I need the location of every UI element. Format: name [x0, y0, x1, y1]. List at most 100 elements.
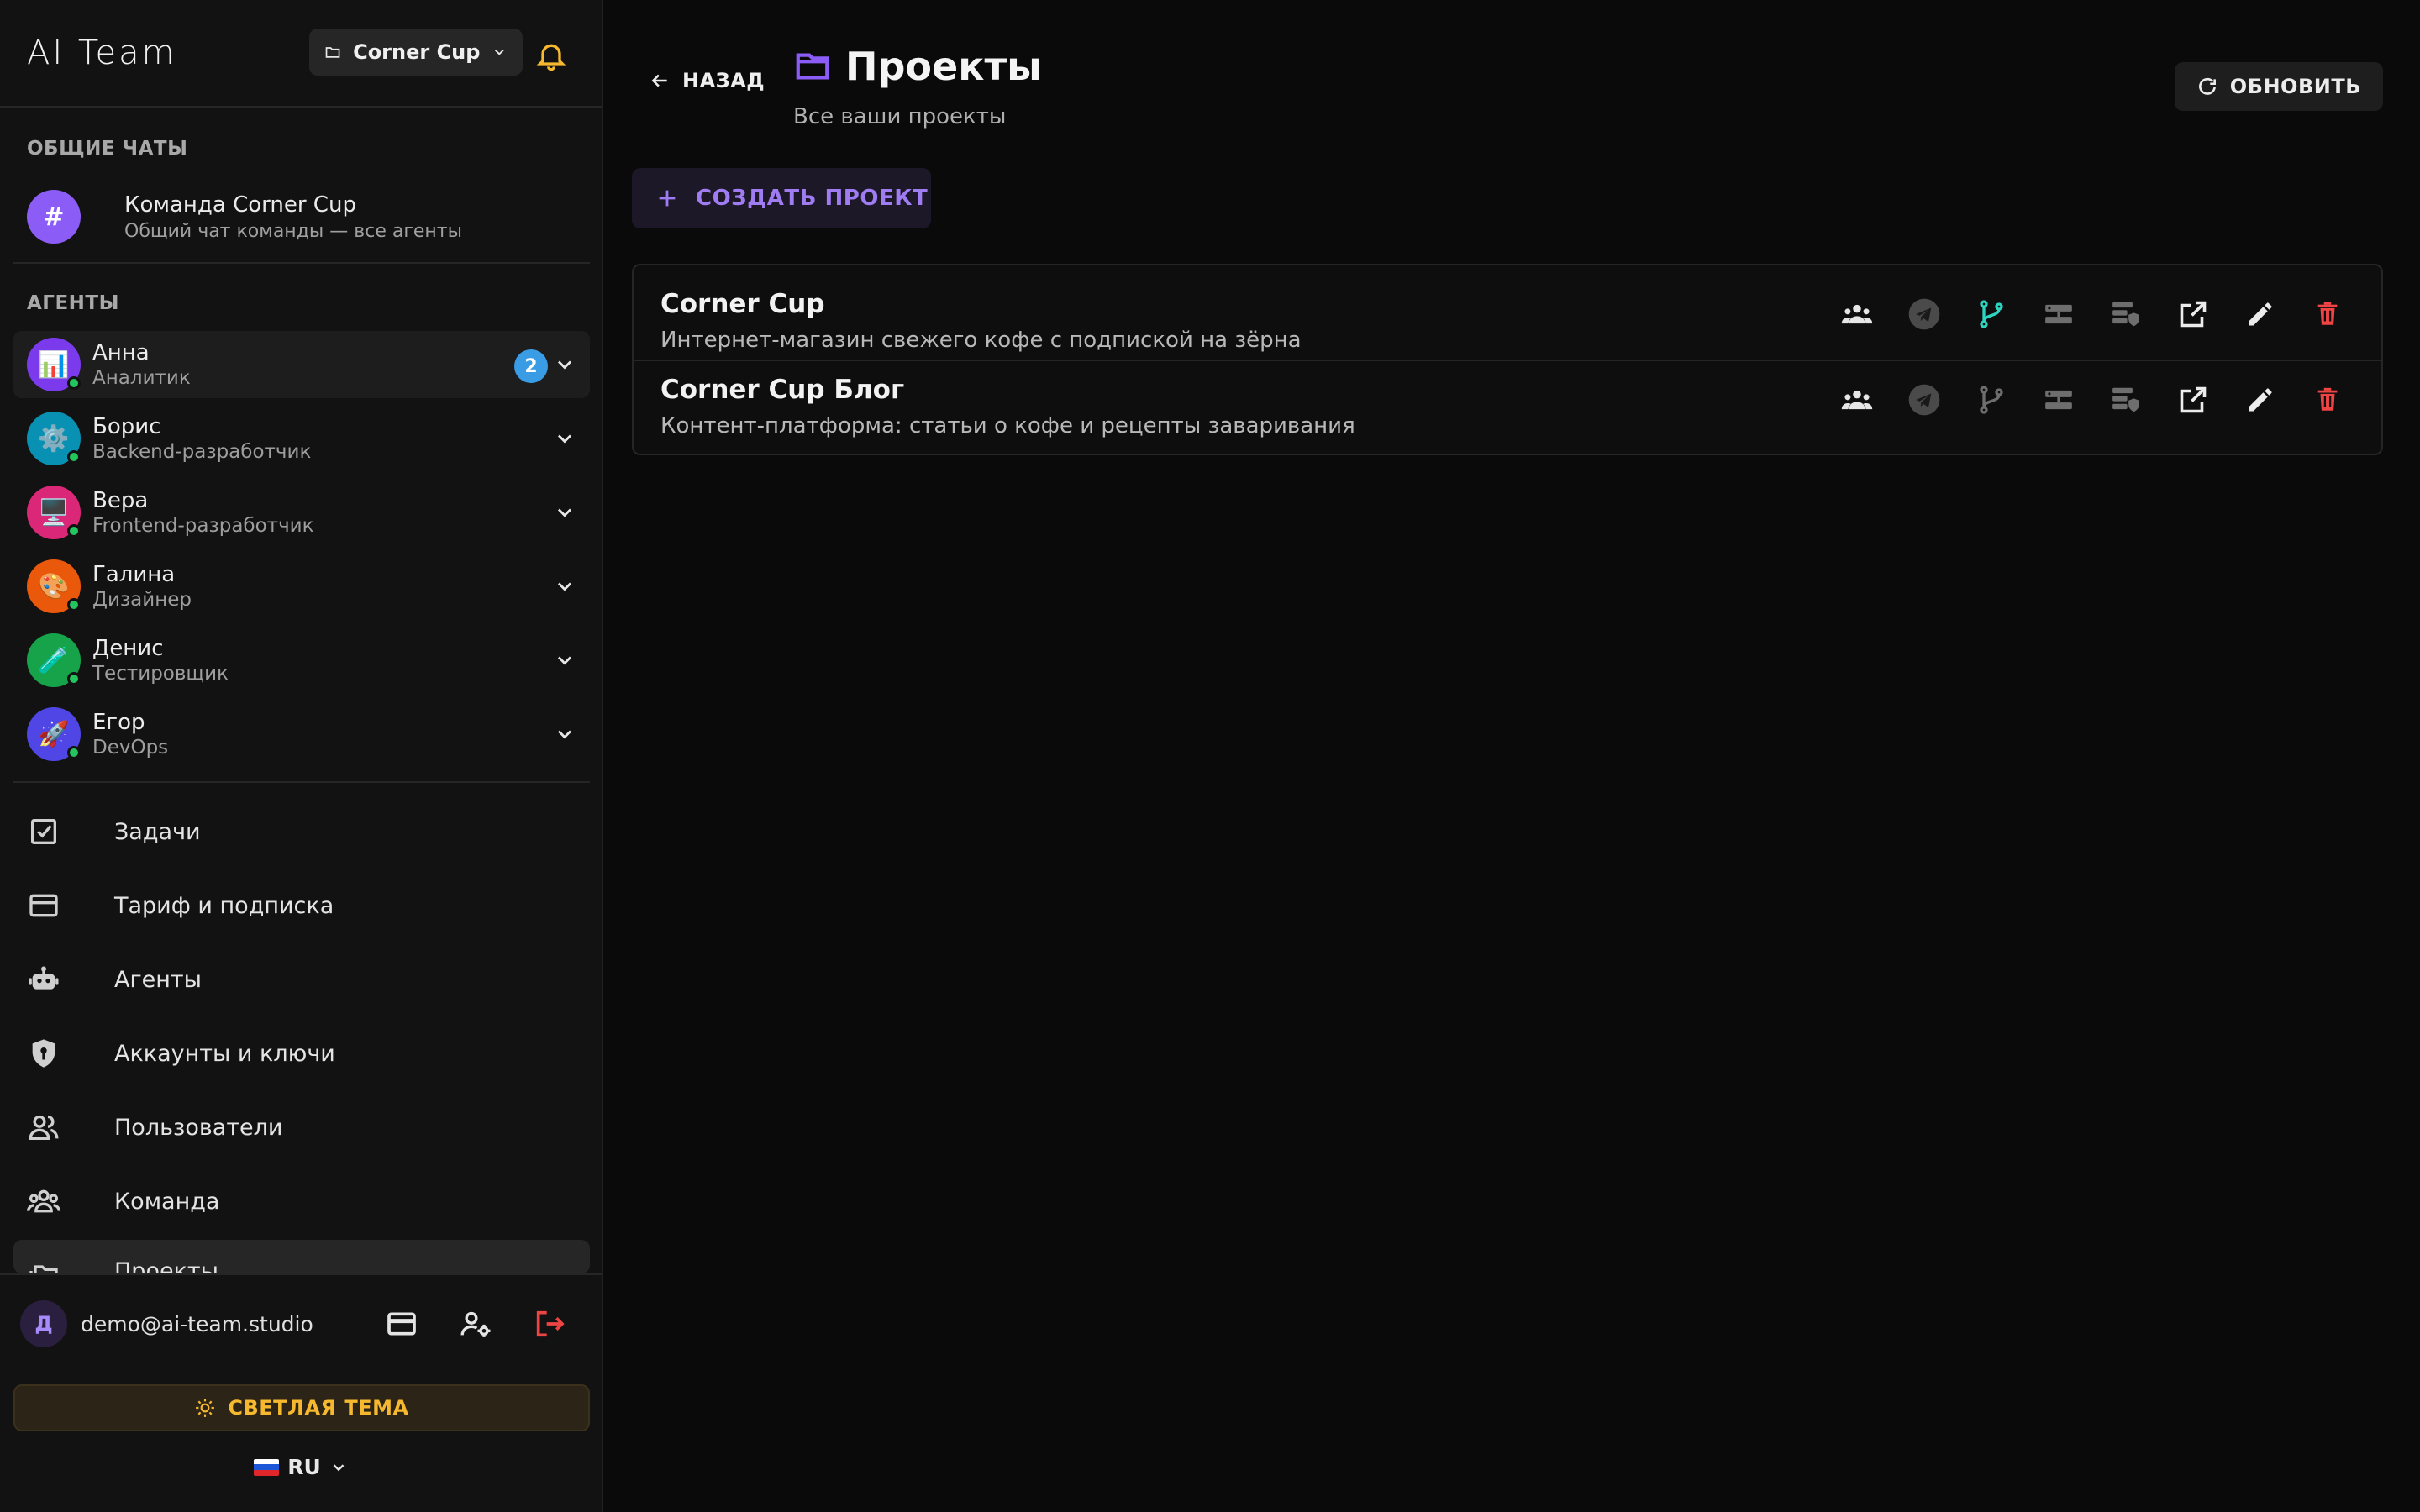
nav-item-team[interactable]: Команда: [13, 1168, 590, 1235]
nav-label: Команда: [114, 1188, 220, 1215]
agent-avatar: 🖥️: [27, 486, 81, 539]
agent-name: Галина: [92, 562, 176, 587]
agent-role: Backend-разработчик: [92, 441, 312, 463]
create-project-button[interactable]: СОЗДАТЬ ПРОЕКТ: [632, 168, 931, 228]
online-indicator: [67, 376, 81, 390]
nav-label: Агенты: [114, 966, 202, 993]
agent-item-denis[interactable]: 🧪 Денис Тестировщик: [13, 627, 590, 694]
refresh-icon: [2198, 77, 2216, 95]
agent-role: Аналитик: [92, 367, 191, 389]
project-row[interactable]: Corner Cup Интернет-магазин свежего кофе…: [634, 265, 2381, 360]
team-chat-subtitle: Общий чат команды — все агенты: [124, 220, 462, 242]
project-description: Контент-платформа: статьи о кофе и рецеп…: [660, 413, 1355, 438]
project-selector-label: Corner Cup: [353, 40, 481, 64]
agent-role: Дизайнер: [92, 589, 192, 611]
chevron-down-icon[interactable]: [553, 648, 576, 672]
nav-label: Задачи: [114, 818, 201, 845]
unread-badge: 2: [514, 349, 548, 383]
agent-avatar: ⚙️: [27, 412, 81, 465]
plus-icon: [659, 190, 676, 207]
chevron-down-icon[interactable]: [553, 575, 576, 598]
common-chats-title: ОБЩИЕ ЧАТЫ: [27, 138, 188, 160]
nav-item-tasks[interactable]: Задачи: [13, 798, 590, 865]
agent-item-vera[interactable]: 🖥️ Вера Frontend-разработчик: [13, 479, 590, 546]
edit-icon[interactable]: [2244, 297, 2277, 331]
refresh-label: ОБНОВИТЬ: [2229, 75, 2361, 98]
open-external-icon[interactable]: [2176, 297, 2210, 331]
agent-avatar: 🧪: [27, 633, 81, 687]
database-shield-icon[interactable]: [2109, 383, 2143, 417]
nav-item-agents[interactable]: Агенты: [13, 946, 590, 1013]
agent-item-boris[interactable]: ⚙️ Борис Backend-разработчик: [13, 405, 590, 472]
agent-avatar: 🚀: [27, 707, 81, 761]
users-icon: [29, 1115, 59, 1140]
edit-icon[interactable]: [2244, 383, 2277, 417]
nav-item-projects[interactable]: Проекты: [13, 1240, 590, 1273]
agent-name: Анна: [92, 340, 150, 365]
git-branch-icon[interactable]: [1975, 297, 2008, 331]
project-actions: [1840, 383, 2344, 417]
page-subtitle: Все ваши проекты: [793, 104, 1007, 129]
database-shield-icon[interactable]: [2109, 297, 2143, 331]
user-settings-icon[interactable]: [459, 1307, 492, 1341]
sun-icon: [196, 1399, 215, 1417]
server-icon[interactable]: [2042, 297, 2075, 331]
chevron-down-icon: [495, 50, 505, 55]
project-list: Corner Cup Интернет-магазин свежего кофе…: [632, 264, 2383, 455]
billing-icon[interactable]: [385, 1307, 418, 1341]
back-button[interactable]: НАЗАД: [649, 69, 765, 92]
page-title-text: Проекты: [845, 44, 1042, 89]
agent-name: Денис: [92, 636, 164, 661]
light-theme-button[interactable]: СВЕТЛАЯ ТЕМА: [13, 1384, 590, 1431]
sidebar-footer: Д demo@ai-team.studio СВЕТЛАЯ ТЕМА RU: [0, 1273, 602, 1512]
team-chat-item[interactable]: # Команда Corner Cup Общий чат команды —…: [15, 183, 588, 250]
telegram-icon[interactable]: [1907, 383, 1941, 417]
delete-icon[interactable]: [2311, 297, 2344, 331]
chevron-down-icon[interactable]: [553, 353, 576, 376]
project-selector[interactable]: Corner Cup: [309, 29, 523, 76]
git-branch-icon[interactable]: [1975, 383, 2008, 417]
delete-icon[interactable]: [2311, 383, 2344, 417]
chevron-down-icon[interactable]: [553, 722, 576, 746]
agent-role: Frontend-разработчик: [92, 515, 314, 537]
team-icon[interactable]: [1840, 297, 1874, 331]
language-selector[interactable]: RU: [0, 1455, 602, 1479]
divider: [13, 781, 590, 783]
nav-item-users[interactable]: Пользователи: [13, 1094, 590, 1161]
agent-item-galina[interactable]: 🎨 Галина Дизайнер: [13, 553, 590, 620]
chevron-down-icon[interactable]: [553, 501, 576, 524]
open-external-icon[interactable]: [2176, 383, 2210, 417]
project-row[interactable]: Corner Cup Блог Контент-платформа: стать…: [634, 360, 2381, 454]
agent-role: Тестировщик: [92, 663, 229, 685]
agent-avatar: 📊: [27, 338, 81, 391]
agent-item-anna[interactable]: 📊 Анна Аналитик 2: [13, 331, 590, 398]
refresh-button[interactable]: ОБНОВИТЬ: [2174, 62, 2383, 111]
robot-icon: [29, 966, 59, 990]
online-indicator: [67, 524, 81, 538]
bell-icon[interactable]: [534, 39, 568, 72]
agent-name: Вера: [92, 488, 149, 513]
team-icon: [27, 1189, 60, 1213]
server-icon[interactable]: [2042, 383, 2075, 417]
agent-item-egor[interactable]: 🚀 Егор DevOps: [13, 701, 590, 768]
nav-item-accounts-keys[interactable]: Аккаунты и ключи: [13, 1020, 590, 1087]
user-email: demo@ai-team.studio: [81, 1311, 313, 1336]
user-row: Д demo@ai-team.studio: [20, 1299, 581, 1349]
online-indicator: [67, 450, 81, 464]
online-indicator: [67, 598, 81, 612]
light-theme-label: СВЕТЛАЯ ТЕМА: [228, 1396, 409, 1420]
brand-logo: AI Team: [27, 34, 177, 72]
agent-name: Борис: [92, 414, 161, 439]
chevron-down-icon[interactable]: [553, 427, 576, 450]
nav-item-billing[interactable]: Тариф и подписка: [13, 872, 590, 939]
back-label: НАЗАД: [682, 69, 765, 92]
shield-key-icon: [32, 1039, 55, 1068]
online-indicator: [67, 672, 81, 685]
agents-title: АГЕНТЫ: [27, 292, 119, 314]
logout-icon[interactable]: [533, 1307, 566, 1341]
main-content: НАЗАД Проекты Все ваши проекты ОБНОВИТЬ …: [603, 0, 2420, 1512]
team-icon[interactable]: [1840, 383, 1874, 417]
telegram-icon[interactable]: [1907, 297, 1941, 331]
folder-icon: [325, 47, 340, 58]
team-chat-avatar: #: [27, 190, 81, 244]
